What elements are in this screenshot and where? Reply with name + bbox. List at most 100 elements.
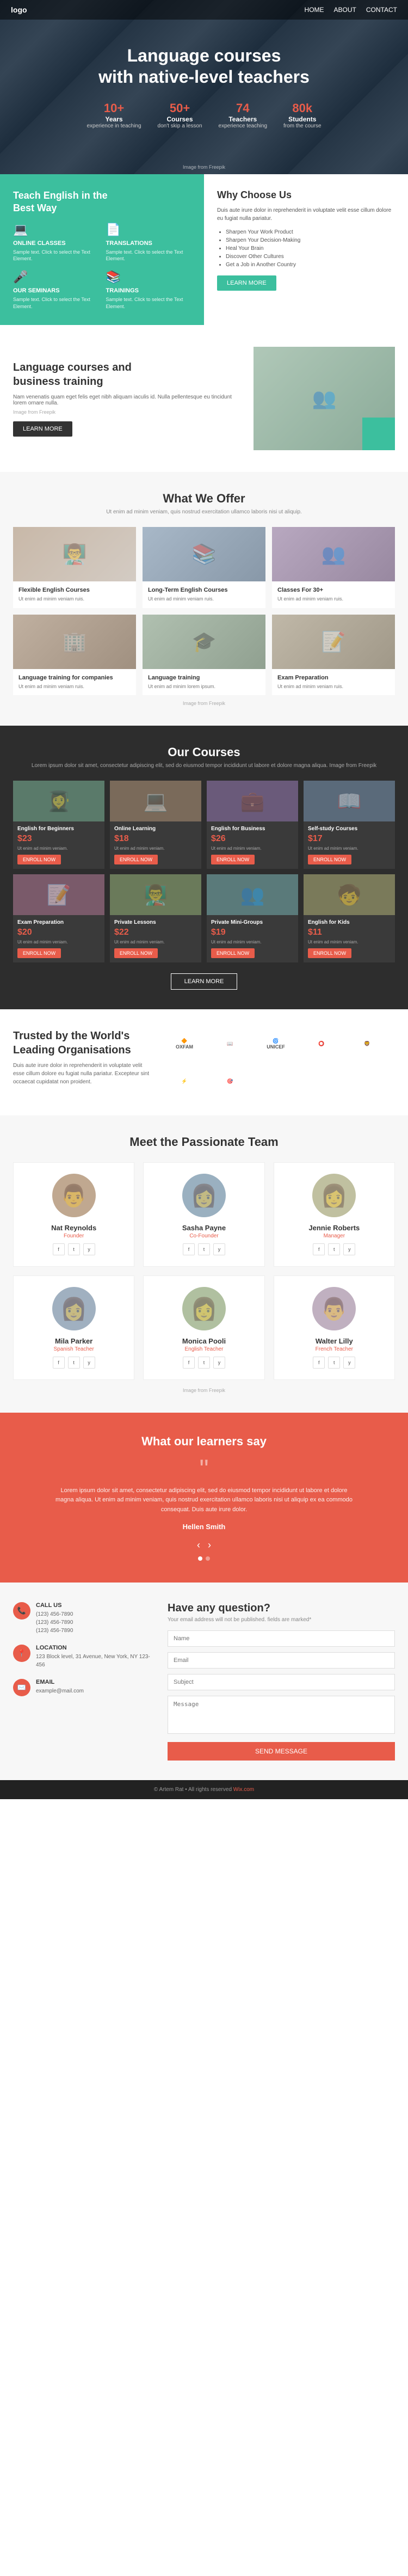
team-role-sasha: Co-Founder bbox=[152, 1233, 255, 1239]
why-choose-us: Why Choose Us Duis aute irure dolor in r… bbox=[204, 174, 408, 325]
course-person-7: 👥 bbox=[207, 874, 298, 915]
phone-icon: 📞 bbox=[17, 1606, 26, 1615]
why-title: Why Choose Us bbox=[217, 189, 395, 201]
training-title: Language courses andbusiness training bbox=[13, 360, 240, 389]
course-person-3: 💼 bbox=[207, 781, 298, 821]
stat-teachers: 74 Teachers experience teaching bbox=[219, 101, 268, 129]
team-person-nat: 👨 bbox=[52, 1174, 96, 1217]
social-facebook-walter[interactable]: f bbox=[313, 1357, 325, 1369]
enroll-button-2[interactable]: ENROLL NOW bbox=[114, 855, 158, 864]
social-twitter-walter[interactable]: t bbox=[328, 1357, 340, 1369]
social-youtube-monica[interactable]: y bbox=[213, 1357, 225, 1369]
offer-card-img-2: 📚 bbox=[143, 527, 265, 581]
contact-name-input[interactable] bbox=[168, 1630, 395, 1647]
footer-text: © Artem Rat • All rights reserved bbox=[154, 1787, 232, 1793]
team-name-mila: Mila Parker bbox=[22, 1337, 125, 1345]
contact-subject-input[interactable] bbox=[168, 1674, 395, 1690]
courses-section: Our Courses Lorem ipsum dolor sit amet, … bbox=[0, 726, 408, 1009]
social-youtube-nat[interactable]: y bbox=[83, 1243, 95, 1255]
contact-email-input[interactable] bbox=[168, 1652, 395, 1669]
social-youtube-sasha[interactable]: y bbox=[213, 1243, 225, 1255]
stat-courses: 50+ Courses don't skip a lesson bbox=[158, 101, 202, 129]
social-twitter-sasha[interactable]: t bbox=[198, 1243, 210, 1255]
course-img-4: 📖 bbox=[304, 781, 395, 821]
social-youtube-mila[interactable]: y bbox=[83, 1357, 95, 1369]
social-youtube-jennie[interactable]: y bbox=[343, 1243, 355, 1255]
course-card-4: 📖 Self-study Courses $17 Ut enim ad mini… bbox=[304, 781, 395, 869]
social-twitter-jennie[interactable]: t bbox=[328, 1243, 340, 1255]
quote-mark-icon: " bbox=[13, 1459, 395, 1480]
dot-2[interactable] bbox=[206, 1556, 210, 1561]
contact-message-input[interactable] bbox=[168, 1696, 395, 1734]
contact-email: ✉️ EMAIL example@mail.com bbox=[13, 1679, 154, 1696]
offer-image-credit: Image from Freepik bbox=[13, 701, 395, 706]
offer-card-3: 👥 Classes For 30+ Ut enim ad minim venia… bbox=[272, 527, 395, 608]
team-name-jennie: Jennie Roberts bbox=[283, 1224, 386, 1232]
trusted-text: Trusted by the World'sLeading Organisati… bbox=[13, 1029, 154, 1096]
social-twitter-mila[interactable]: t bbox=[68, 1357, 80, 1369]
course-person-4: 📖 bbox=[304, 781, 395, 821]
offer-card-img-6: 📝 bbox=[272, 615, 395, 669]
hero-stats: 10+ Years experience in teaching 50+ Cou… bbox=[86, 101, 321, 129]
team-section-title: Meet the Passionate Team bbox=[13, 1135, 395, 1149]
nav-home[interactable]: HOME bbox=[305, 6, 324, 14]
teach-item-translations: 📄 TRANSLATIONS Sample text. Click to sel… bbox=[106, 223, 191, 262]
teal-accent-bar bbox=[362, 418, 395, 450]
enroll-button-6[interactable]: ENROLL NOW bbox=[114, 948, 158, 958]
trusted-title: Trusted by the World'sLeading Organisati… bbox=[13, 1029, 154, 1057]
teach-left: Teach English in theBest Way 💻 ONLINE CL… bbox=[0, 174, 204, 325]
offer-section-sub: Ut enim ad minim veniam, quis nostrud ex… bbox=[13, 509, 395, 515]
social-youtube-walter[interactable]: y bbox=[343, 1357, 355, 1369]
social-facebook-monica[interactable]: f bbox=[183, 1357, 195, 1369]
course-img-1: 👩‍🎓 bbox=[13, 781, 104, 821]
offer-img-person-6: 📝 bbox=[272, 615, 395, 669]
course-img-7: 👥 bbox=[207, 874, 298, 915]
testimonial-author: Hellen Smith bbox=[13, 1523, 395, 1531]
training-desc: Nam venenatis quam eget felis eget nibh … bbox=[13, 394, 240, 406]
testimonial-prev-button[interactable]: ‹ bbox=[197, 1540, 200, 1551]
location-icon: 📍 bbox=[17, 1649, 26, 1658]
offer-section: What We Offer Ut enim ad minim veniam, q… bbox=[0, 472, 408, 726]
team-role-monica: English Teacher bbox=[152, 1346, 255, 1352]
enroll-button-8[interactable]: ENROLL NOW bbox=[308, 948, 351, 958]
social-facebook-sasha[interactable]: f bbox=[183, 1243, 195, 1255]
course-img-5: 📝 bbox=[13, 874, 104, 915]
social-facebook-jennie[interactable]: f bbox=[313, 1243, 325, 1255]
social-twitter-nat[interactable]: t bbox=[68, 1243, 80, 1255]
nav-about[interactable]: ABOUT bbox=[334, 6, 356, 14]
teach-section: Teach English in theBest Way 💻 ONLINE CL… bbox=[0, 174, 408, 325]
team-image-credit: Image from Freepik bbox=[13, 1388, 395, 1393]
social-facebook-mila[interactable]: f bbox=[53, 1357, 65, 1369]
offer-grid: 👨‍🏫 Flexible English Courses Ut enim ad … bbox=[13, 527, 395, 695]
contact-location: 📍 LOCATION 123 Block level, 31 Avenue, N… bbox=[13, 1645, 154, 1669]
courses-learn-more-button[interactable]: LEARN MORE bbox=[171, 973, 238, 990]
social-twitter-monica[interactable]: t bbox=[198, 1357, 210, 1369]
team-role-jennie: Manager bbox=[283, 1233, 386, 1239]
enroll-button-4[interactable]: ENROLL NOW bbox=[308, 855, 351, 864]
course-card-6: 👨‍🏫 Private Lessons $22 Ut enim ad minim… bbox=[110, 874, 201, 962]
social-facebook-nat[interactable]: f bbox=[53, 1243, 65, 1255]
learn-more-button[interactable]: LEARN MORE bbox=[217, 275, 276, 291]
team-social-mila: f t y bbox=[22, 1357, 125, 1369]
team-card-mila: 👩 Mila Parker Spanish Teacher f t y bbox=[13, 1275, 134, 1380]
offer-card-2: 📚 Long-Term English Courses Ut enim ad m… bbox=[143, 527, 265, 608]
teach-item-seminars: 🎤 OUR SEMINARS Sample text. Click to sel… bbox=[13, 270, 98, 310]
dot-1[interactable] bbox=[198, 1556, 202, 1561]
trainings-icon: 📚 bbox=[106, 270, 191, 284]
enroll-button-3[interactable]: ENROLL NOW bbox=[211, 855, 255, 864]
teach-title: Teach English in theBest Way bbox=[13, 189, 191, 215]
team-avatar-mila: 👩 bbox=[52, 1287, 96, 1330]
courses-section-desc: Lorem ipsum dolor sit amet, consectetur … bbox=[13, 763, 395, 769]
phone-icon-wrap: 📞 bbox=[13, 1602, 30, 1620]
training-learn-more-button[interactable]: LEARN MORE bbox=[13, 421, 72, 437]
testimonial-next-button[interactable]: › bbox=[208, 1540, 211, 1551]
enroll-button-5[interactable]: ENROLL NOW bbox=[17, 948, 61, 958]
enroll-button-7[interactable]: ENROLL NOW bbox=[211, 948, 255, 958]
nav-contact[interactable]: CONTACT bbox=[366, 6, 397, 14]
enroll-button-1[interactable]: ENROLL NOW bbox=[17, 855, 61, 864]
team-role-walter: French Teacher bbox=[283, 1346, 386, 1352]
footer-link[interactable]: Wix.com bbox=[233, 1787, 254, 1793]
team-card-nat: 👨 Nat Reynolds Founder f t y bbox=[13, 1162, 134, 1267]
nav-links: HOME ABOUT CONTACT bbox=[305, 6, 397, 14]
contact-submit-button[interactable]: SEND MESSAGE bbox=[168, 1742, 395, 1761]
